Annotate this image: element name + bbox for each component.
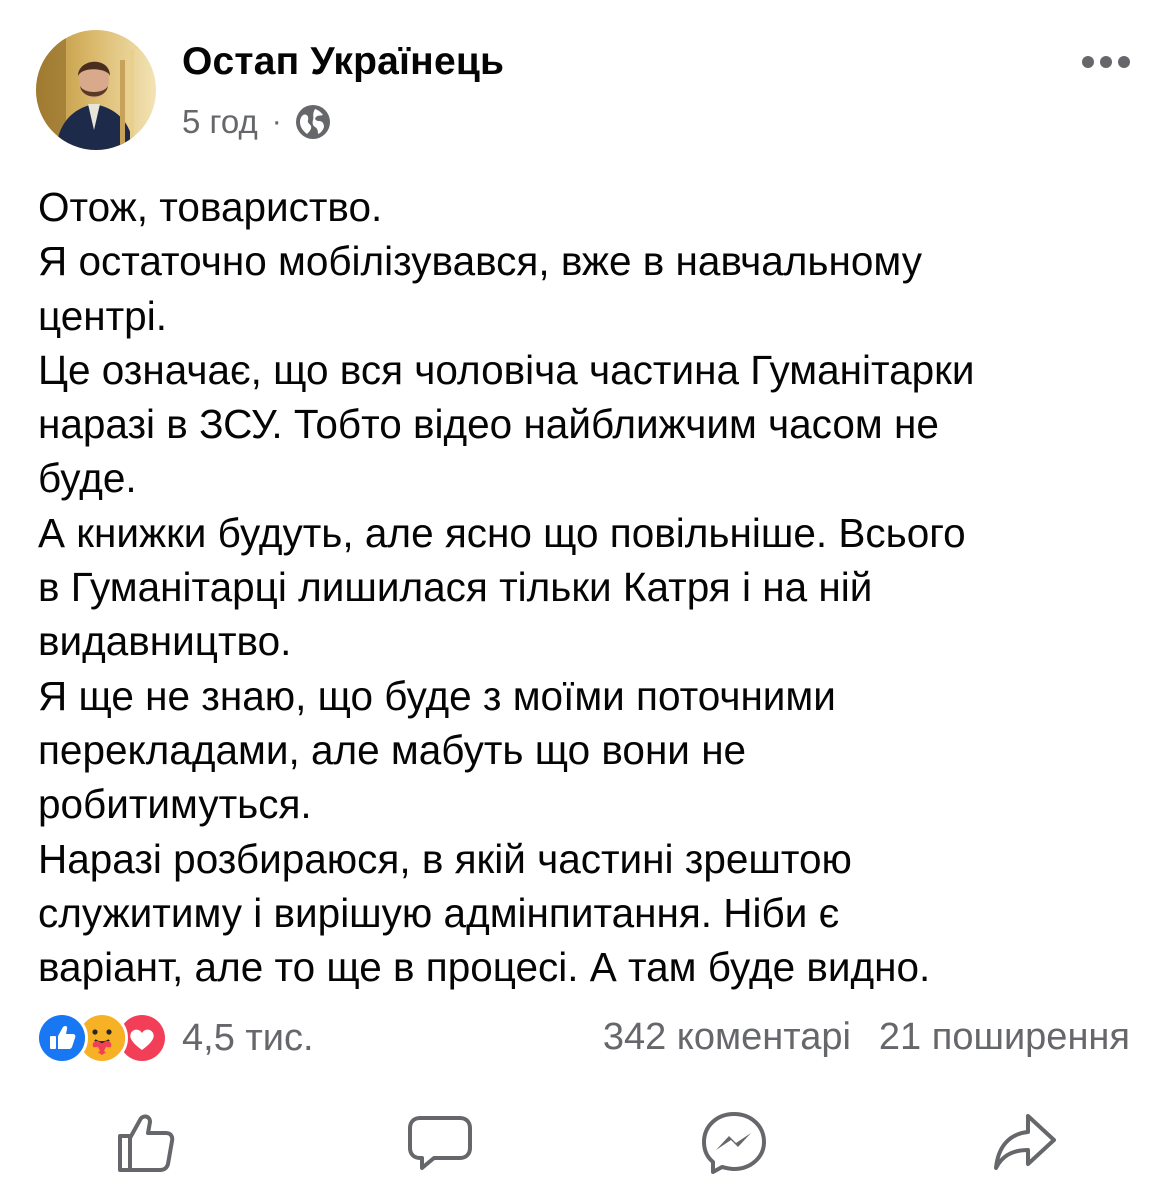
meta-separator: · xyxy=(271,105,282,138)
send-button[interactable] xyxy=(698,1106,770,1178)
post-text-line: служитиму і вирішую адмінпитання. Ніби є xyxy=(38,889,840,936)
post-text: Отож, товариство. Я остаточно мобілізува… xyxy=(38,180,1148,994)
author-name[interactable]: Остап Українець xyxy=(182,40,504,84)
more-icon[interactable] xyxy=(1080,50,1132,74)
messenger-icon xyxy=(702,1112,766,1174)
post-text-line: Отож, товариство. xyxy=(38,184,383,230)
engagement-counts: 342 коментарі 21 поширення xyxy=(603,1016,1130,1059)
post-text-line: наразі в ЗСУ. Тобто відео найближчим час… xyxy=(38,401,939,448)
post-text-line: Це означає, що вся чоловіча частина Гума… xyxy=(38,346,975,393)
share-button[interactable] xyxy=(988,1106,1060,1178)
post-text-line: в Гуманітарці лишилася тільки Катря і на… xyxy=(38,564,873,611)
post-text-line: робитимуться. xyxy=(38,781,312,828)
reaction-count[interactable]: 4,5 тис. xyxy=(182,1017,314,1060)
reactions-summary[interactable]: 4,5 тис. xyxy=(36,1012,314,1064)
post-meta: 5 год · xyxy=(182,100,332,144)
action-bar xyxy=(0,1106,1170,1178)
comment-button[interactable] xyxy=(404,1106,476,1178)
comments-count[interactable]: 342 коментарі xyxy=(603,1016,851,1059)
thumbs-up-icon xyxy=(118,1114,175,1172)
post-text-line: видавництво. xyxy=(38,618,292,665)
author-avatar[interactable] xyxy=(36,30,156,150)
post-text-line: буде. xyxy=(38,455,137,502)
post-time[interactable]: 5 год xyxy=(182,103,258,141)
post-text-line: варіант, але то ще в процесі. А там буде… xyxy=(38,944,931,991)
comment-icon xyxy=(408,1116,472,1170)
post-text-line: А книжки будуть, але ясно що повільніше.… xyxy=(38,509,966,556)
post-text-line: Наразі розбираюся, в якій частині зрешто… xyxy=(38,835,852,882)
post-text-line: центрі. xyxy=(38,292,167,339)
post-text-line: перекладами, але мабуть що вони не xyxy=(38,726,747,773)
post-text-line: Я остаточно мобілізувався, вже в навчаль… xyxy=(38,238,922,285)
post-text-line: Я ще не знаю, що буде з моїми поточними xyxy=(38,672,836,719)
like-button[interactable] xyxy=(110,1106,182,1178)
like-reaction-icon xyxy=(36,1012,88,1064)
globe-icon[interactable] xyxy=(294,103,332,141)
shares-count[interactable]: 21 поширення xyxy=(879,1016,1130,1059)
share-icon xyxy=(994,1114,1056,1170)
